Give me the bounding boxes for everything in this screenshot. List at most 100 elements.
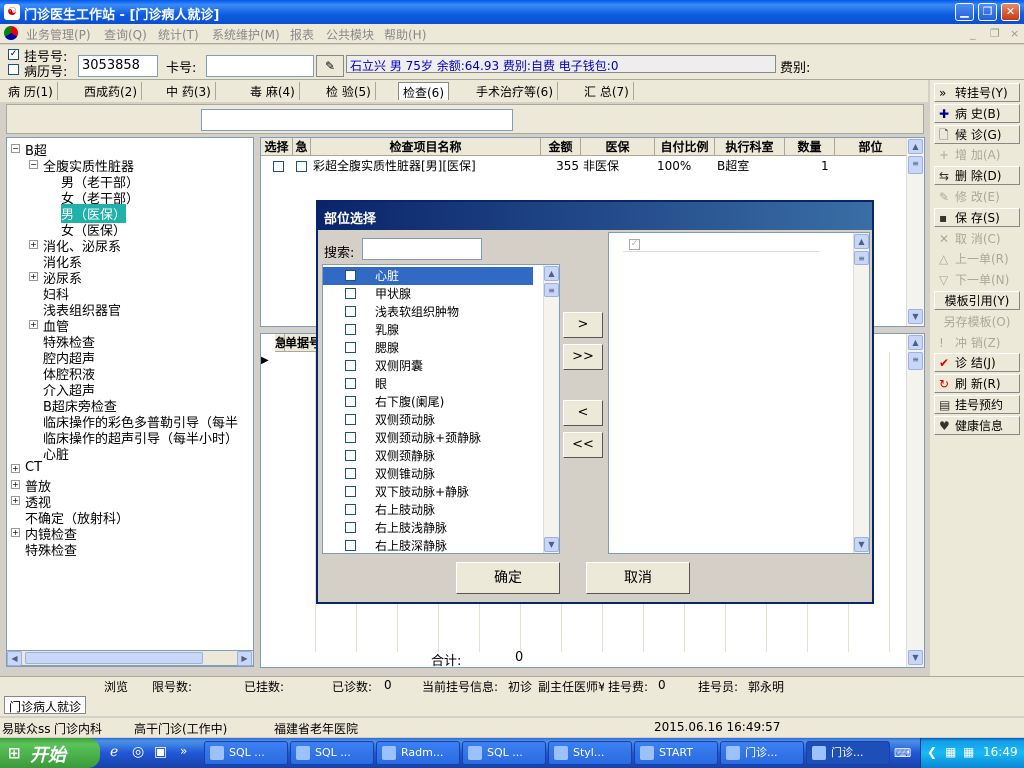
list-item[interactable]: 浅表软组织肿物 [323, 303, 533, 321]
tree-expander-icon[interactable]: + [29, 240, 38, 249]
part-checkbox[interactable] [345, 396, 356, 407]
list-item[interactable]: 右上肢浅静脉 [323, 519, 533, 537]
menu-public[interactable]: 公共模块 [326, 26, 374, 43]
task-radm[interactable]: Radm... [376, 741, 460, 765]
remove-button[interactable]: < [563, 400, 603, 426]
list-item[interactable]: 双下肢动脉+静脉 [323, 483, 533, 501]
task-sql-2[interactable]: SQL ... [290, 741, 374, 765]
part-checkbox[interactable] [345, 342, 356, 353]
action-button[interactable]: ▽ 下一单(N) [934, 270, 1020, 289]
card-no-input[interactable] [206, 55, 314, 77]
mdi-tab-outpatient[interactable]: 门诊病人就诊 [4, 696, 87, 714]
clock[interactable]: 16:49 [983, 745, 1018, 759]
action-button[interactable]: ✕ 取 消(C) [934, 229, 1020, 248]
tree-node[interactable]: CT [25, 460, 42, 475]
action-button[interactable]: ! 冲 销(Z) [934, 333, 1020, 352]
menu-help[interactable]: 帮助(H) [384, 26, 426, 43]
action-button[interactable]: 模板引用(Y) [934, 291, 1020, 310]
grid1-scroll-thumb[interactable]: ≡ [908, 156, 923, 174]
network2-icon[interactable]: ▦ [963, 745, 974, 759]
grid2-scroll-thumb[interactable]: ≡ [908, 352, 923, 370]
scroll-left-icon[interactable]: ◀ [7, 651, 22, 666]
part-checkbox[interactable] [345, 378, 356, 389]
tree-hscrollbar[interactable]: ◀ ▶ [6, 650, 254, 666]
menu-business[interactable]: 业务管理(P) [26, 26, 91, 43]
tree-expander-icon[interactable]: + [11, 528, 20, 537]
tab-chinese-medicine[interactable]: 中 药(3) [162, 82, 216, 100]
tab-narcotics[interactable]: 毒 麻(4) [246, 82, 300, 100]
keyboard-icon[interactable]: ⌨ [894, 746, 911, 760]
action-button[interactable]: ✚ 病 史(B) [934, 103, 1020, 123]
add-button[interactable]: > [563, 312, 603, 338]
part-checkbox[interactable] [345, 522, 356, 533]
tree-expander-icon[interactable]: + [29, 320, 38, 329]
tree-expander-icon[interactable]: + [11, 496, 20, 505]
part-checkbox[interactable] [345, 270, 356, 281]
part-checkbox[interactable] [345, 450, 356, 461]
grid2-vscrollbar[interactable]: ▲ ≡ ▼ [906, 334, 924, 667]
minimize-button[interactable]: ▁ [955, 3, 974, 21]
tab-western-medicine[interactable]: 西成药(2) [80, 82, 142, 100]
slist-vscrollbar[interactable]: ▲ ≡ ▼ [853, 233, 869, 553]
network-icon[interactable]: ▦ [945, 745, 956, 759]
tree-node[interactable]: 临床操作的超声引导（每半小时） [43, 428, 238, 447]
tab-exam[interactable]: 检查(6) [398, 82, 449, 100]
add-all-button[interactable]: >> [563, 344, 603, 370]
action-button[interactable]: ▤ 挂号预约 [934, 395, 1020, 414]
quicklaunch-more-icon[interactable]: » [180, 744, 187, 758]
scroll-right-icon[interactable]: ▶ [237, 651, 252, 666]
browse-label[interactable]: 浏览 [104, 678, 128, 695]
tab-lab[interactable]: 检 验(5) [322, 82, 376, 100]
action-button[interactable]: △ 上一单(R) [934, 249, 1020, 268]
action-button[interactable]: ▪ 保 存(S) [934, 207, 1020, 227]
action-button[interactable]: ✎ 修 改(E) [934, 187, 1020, 206]
list-item[interactable]: 双侧锥动脉 [323, 465, 533, 483]
tree-expander-icon[interactable]: + [29, 272, 38, 281]
close-button[interactable]: ✕ [1001, 3, 1020, 21]
list-item[interactable]: 腮腺 [323, 339, 533, 357]
menu-stats[interactable]: 统计(T) [158, 26, 199, 43]
list-item[interactable]: 双侧颈动脉+颈静脉 [323, 429, 533, 447]
plist-scroll-thumb[interactable]: ≡ [544, 283, 559, 297]
list-item[interactable]: 右上肢动脉 [323, 501, 533, 519]
part-checkbox[interactable] [345, 288, 356, 299]
action-button[interactable]: 另存模板(O) [934, 312, 1020, 331]
list-item[interactable]: 心脏 [323, 267, 533, 285]
part-checkbox[interactable] [345, 306, 356, 317]
action-button[interactable]: 🗋 候 诊(G) [934, 124, 1020, 144]
list-item[interactable]: 右上肢深静脉 [323, 537, 533, 555]
part-checkbox[interactable] [345, 468, 356, 479]
part-checkbox[interactable] [345, 324, 356, 335]
part-checkbox[interactable] [345, 360, 356, 371]
part-checkbox[interactable] [345, 540, 356, 551]
part-checkbox[interactable] [345, 414, 356, 425]
search-input[interactable] [362, 238, 482, 260]
scroll-down-icon[interactable]: ▼ [908, 650, 923, 665]
scroll-up-icon[interactable]: ▲ [854, 234, 869, 249]
scroll-down-icon[interactable]: ▼ [544, 537, 559, 552]
list-item[interactable]: 双侧颈动脉 [323, 411, 533, 429]
cancel-button[interactable]: 取消 [586, 562, 690, 594]
row-urgent-checkbox[interactable] [296, 161, 307, 172]
tree-node[interactable]: 特殊检查 [25, 540, 77, 559]
mdi-restore-button[interactable]: ❐ [990, 27, 1000, 40]
list-item[interactable]: 眼 [323, 375, 533, 393]
list-item[interactable]: 甲状腺 [323, 285, 533, 303]
browser-icon[interactable]: ◎ [132, 744, 144, 760]
tray-expand-icon[interactable]: ❮ [927, 745, 937, 759]
task-start-folder[interactable]: START [634, 741, 718, 765]
action-button[interactable]: ↻ 刷 新(R) [934, 374, 1020, 394]
part-checkbox[interactable] [345, 504, 356, 515]
list-item[interactable]: 双侧阴囊 [323, 357, 533, 375]
tree-expander-icon[interactable]: − [11, 144, 20, 153]
reg-no-checkbox[interactable]: ✓ [8, 49, 19, 60]
part-checkbox[interactable] [345, 486, 356, 497]
tab-medical-record[interactable]: 病 历(1) [4, 82, 58, 100]
record-no-input[interactable]: 3053858 [78, 55, 158, 77]
slist-scroll-thumb[interactable]: ≡ [854, 251, 869, 265]
task-clinic-1[interactable]: 门诊... [720, 741, 804, 765]
plist-vscrollbar[interactable]: ▲ ≡ ▼ [543, 265, 559, 553]
tree-node[interactable]: 心脏 [43, 444, 69, 463]
scroll-down-icon[interactable]: ▼ [908, 309, 923, 324]
record-no-checkbox[interactable] [8, 64, 19, 75]
